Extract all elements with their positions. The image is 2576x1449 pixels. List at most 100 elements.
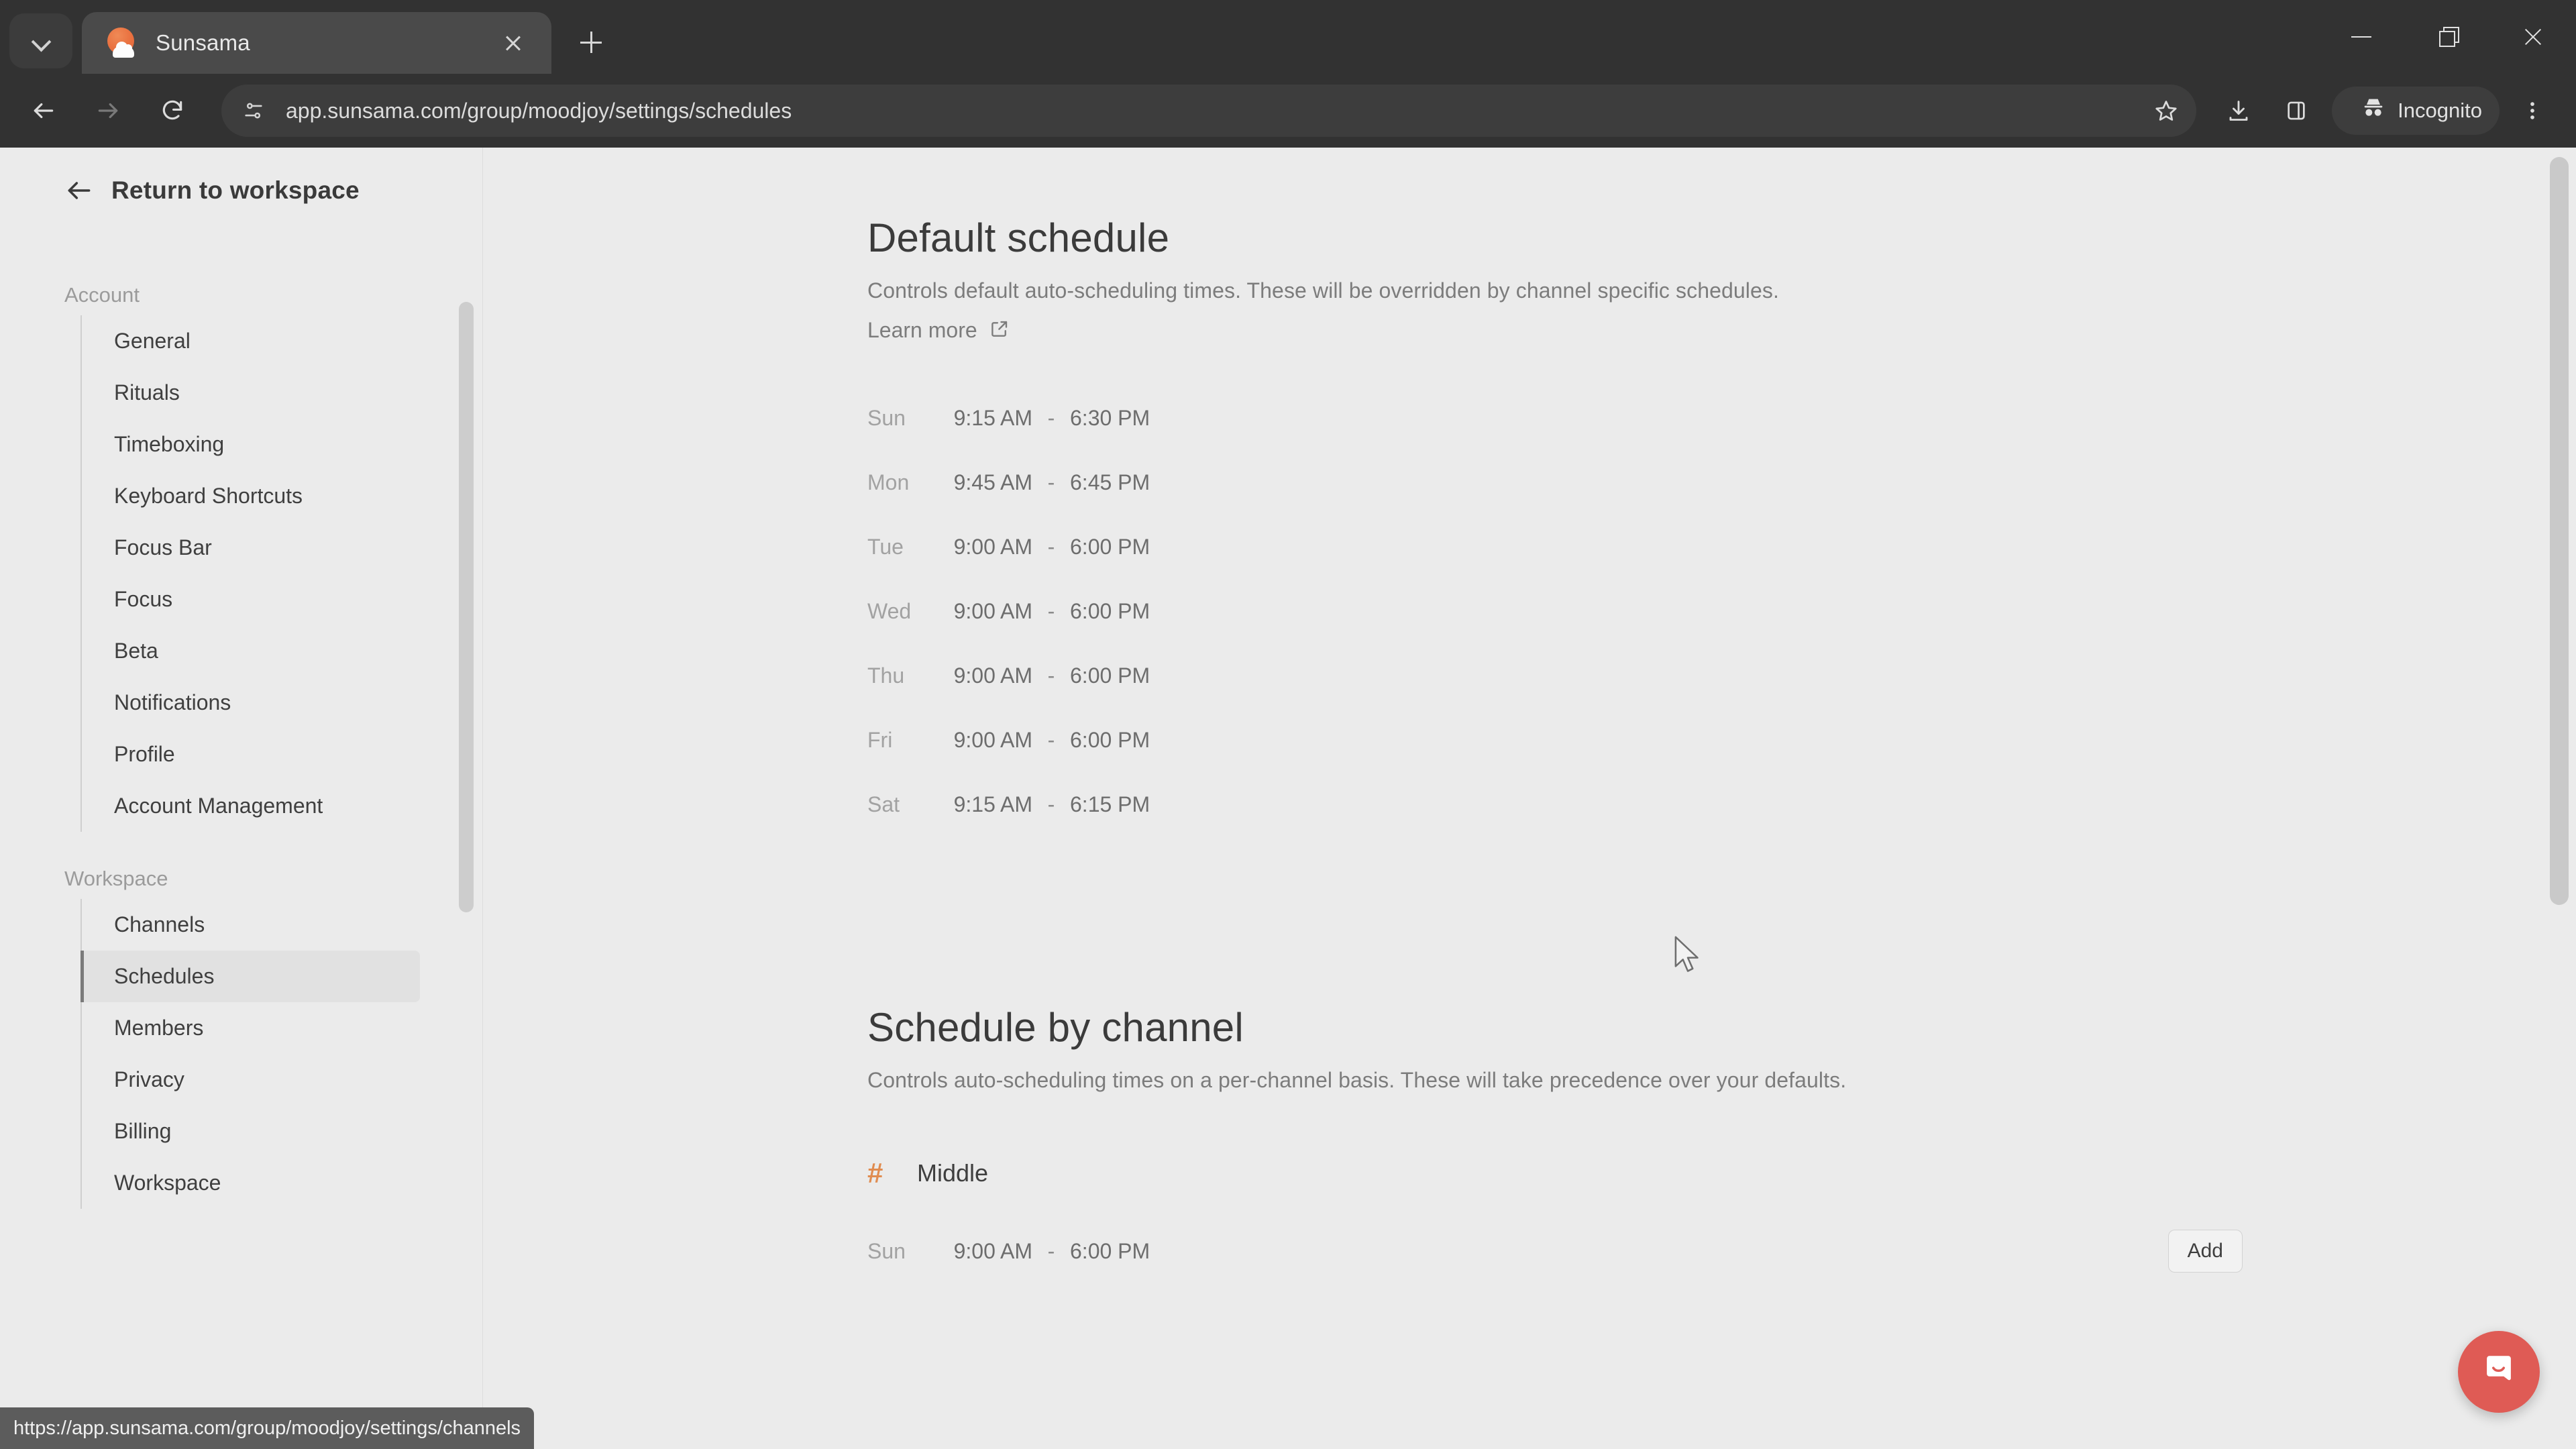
- end-time[interactable]: 6:00 PM: [1070, 1239, 1184, 1264]
- dash: -: [1047, 405, 1055, 430]
- dash: -: [1047, 792, 1055, 816]
- browser-tab-sunsama[interactable]: Sunsama: [82, 12, 551, 74]
- reload-icon[interactable]: [148, 86, 197, 136]
- minimize-icon[interactable]: [2318, 0, 2404, 74]
- dash: -: [1047, 598, 1055, 623]
- start-time[interactable]: 9:00 AM: [926, 599, 1032, 624]
- table-row[interactable]: Wed 9:00 AM - 6:00 PM: [867, 579, 2576, 643]
- sidebar-item-schedules[interactable]: Schedules: [80, 951, 420, 1002]
- intercom-chat-button[interactable]: [2458, 1331, 2540, 1413]
- close-icon[interactable]: [2490, 0, 2576, 74]
- incognito-badge[interactable]: Incognito: [2332, 87, 2500, 135]
- back-arrow-icon[interactable]: [19, 86, 68, 136]
- table-row[interactable]: Sun 9:15 AM - 6:30 PM: [867, 386, 2576, 450]
- sidebar-item-profile[interactable]: Profile: [82, 729, 420, 780]
- sidebar-scrollbar[interactable]: [459, 302, 474, 912]
- address-bar[interactable]: app.sunsama.com/group/moodjoy/settings/s…: [221, 85, 2197, 137]
- page-content: Return to workspace Account General Ritu…: [0, 148, 2576, 1449]
- learn-more-label: Learn more: [867, 318, 977, 342]
- sunsama-logo-icon: [106, 28, 137, 58]
- sidebar-item-focus[interactable]: Focus: [82, 574, 420, 625]
- sidebar-item-focus-bar[interactable]: Focus Bar: [82, 522, 420, 574]
- close-icon[interactable]: [494, 23, 533, 62]
- learn-more-link[interactable]: Learn more: [867, 318, 1010, 343]
- end-time[interactable]: 6:00 PM: [1070, 535, 1184, 559]
- schedule-by-channel-description: Controls auto-scheduling times on a per-…: [867, 1068, 1847, 1092]
- start-time[interactable]: 9:15 AM: [926, 792, 1032, 817]
- table-row[interactable]: Sat 9:15 AM - 6:15 PM: [867, 772, 2576, 837]
- url-text: app.sunsama.com/group/moodjoy/settings/s…: [286, 98, 792, 123]
- forward-arrow-icon[interactable]: [83, 86, 133, 136]
- side-panel-icon[interactable]: [2271, 86, 2321, 136]
- three-dot-menu-icon[interactable]: [2508, 86, 2557, 136]
- return-to-workspace-button[interactable]: Return to workspace: [0, 148, 482, 205]
- sidebar-group-title-workspace: Workspace: [64, 867, 168, 890]
- day-label: Sun: [867, 405, 906, 430]
- download-icon[interactable]: [2214, 86, 2263, 136]
- table-row[interactable]: Tue 9:00 AM - 6:00 PM: [867, 515, 2576, 579]
- status-bar-url: https://app.sunsama.com/group/moodjoy/se…: [0, 1407, 535, 1449]
- tab-strip: Sunsama: [0, 0, 2576, 74]
- table-row[interactable]: Fri 9:00 AM - 6:00 PM: [867, 708, 2576, 772]
- sidebar-item-notifications[interactable]: Notifications: [82, 677, 420, 729]
- restore-icon[interactable]: [2404, 0, 2490, 74]
- sidebar-item-account-management[interactable]: Account Management: [82, 780, 420, 832]
- sidebar-item-members[interactable]: Members: [82, 1002, 420, 1054]
- return-to-workspace-label: Return to workspace: [111, 176, 360, 204]
- dash: -: [1047, 534, 1055, 559]
- end-time[interactable]: 6:15 PM: [1070, 792, 1184, 817]
- day-label: Sun: [867, 1238, 906, 1263]
- schedule-by-channel-section: Schedule by channel Controls auto-schedu…: [867, 1004, 2576, 1283]
- start-time[interactable]: 9:00 AM: [926, 663, 1032, 688]
- external-link-icon: [989, 319, 1010, 342]
- day-label: Sat: [867, 792, 900, 816]
- add-button[interactable]: Add: [2167, 1230, 2243, 1273]
- end-time[interactable]: 6:30 PM: [1070, 406, 1184, 431]
- sidebar-item-keyboard-shortcuts[interactable]: Keyboard Shortcuts: [82, 470, 420, 522]
- channel-name: Middle: [917, 1159, 989, 1187]
- browser-toolbar: app.sunsama.com/group/moodjoy/settings/s…: [0, 74, 2576, 148]
- day-label: Thu: [867, 663, 905, 688]
- sidebar-item-general[interactable]: General: [82, 315, 420, 367]
- site-settings-icon[interactable]: [235, 92, 272, 129]
- sidebar-item-rituals[interactable]: Rituals: [82, 367, 420, 419]
- new-tab-button[interactable]: [566, 17, 616, 67]
- end-time[interactable]: 6:00 PM: [1070, 599, 1184, 624]
- chevron-down-icon: [32, 32, 50, 50]
- day-label: Tue: [867, 534, 904, 559]
- channel-header-middle[interactable]: # Middle: [867, 1157, 2576, 1189]
- table-row[interactable]: Sun 9:00 AM - 6:00 PM: [867, 1219, 1184, 1283]
- tab-search-button[interactable]: [9, 13, 72, 68]
- table-row[interactable]: Thu 9:00 AM - 6:00 PM: [867, 643, 2576, 708]
- default-schedule-description: Controls default auto-scheduling times. …: [867, 278, 1779, 303]
- end-time[interactable]: 6:00 PM: [1070, 663, 1184, 688]
- start-time[interactable]: 9:00 AM: [926, 728, 1032, 753]
- end-time[interactable]: 6:00 PM: [1070, 728, 1184, 753]
- window-controls: [2318, 0, 2576, 74]
- dash: -: [1047, 727, 1055, 752]
- star-icon[interactable]: [2145, 90, 2187, 131]
- sidebar-group-workspace: Channels Schedules Members Privacy Billi…: [80, 899, 483, 1209]
- incognito-label: Incognito: [2398, 99, 2482, 122]
- schedule-by-channel-title: Schedule by channel: [867, 1005, 1244, 1050]
- sidebar-scroll-area: Account General Rituals Timeboxing Keybo…: [0, 248, 483, 1449]
- hash-icon: #: [867, 1157, 883, 1189]
- page-scrollbar[interactable]: [2550, 157, 2569, 905]
- settings-main: Default schedule Controls default auto-s…: [483, 148, 2576, 1449]
- sidebar-item-beta[interactable]: Beta: [82, 625, 420, 677]
- sidebar-item-channels[interactable]: Channels: [82, 899, 420, 951]
- sidebar-item-timeboxing[interactable]: Timeboxing: [82, 419, 420, 470]
- table-row[interactable]: Mon 9:45 AM - 6:45 PM: [867, 450, 2576, 515]
- start-time[interactable]: 9:15 AM: [926, 406, 1032, 431]
- incognito-hat-icon: [2360, 95, 2387, 127]
- end-time[interactable]: 6:45 PM: [1070, 470, 1184, 495]
- dash: -: [1047, 663, 1055, 688]
- start-time[interactable]: 9:00 AM: [926, 1239, 1032, 1264]
- day-label: Mon: [867, 470, 910, 494]
- start-time[interactable]: 9:45 AM: [926, 470, 1032, 495]
- sidebar-item-billing[interactable]: Billing: [82, 1106, 420, 1157]
- sidebar-item-workspace[interactable]: Workspace: [82, 1157, 420, 1209]
- dash: -: [1047, 1238, 1055, 1263]
- start-time[interactable]: 9:00 AM: [926, 535, 1032, 559]
- sidebar-item-privacy[interactable]: Privacy: [82, 1054, 420, 1106]
